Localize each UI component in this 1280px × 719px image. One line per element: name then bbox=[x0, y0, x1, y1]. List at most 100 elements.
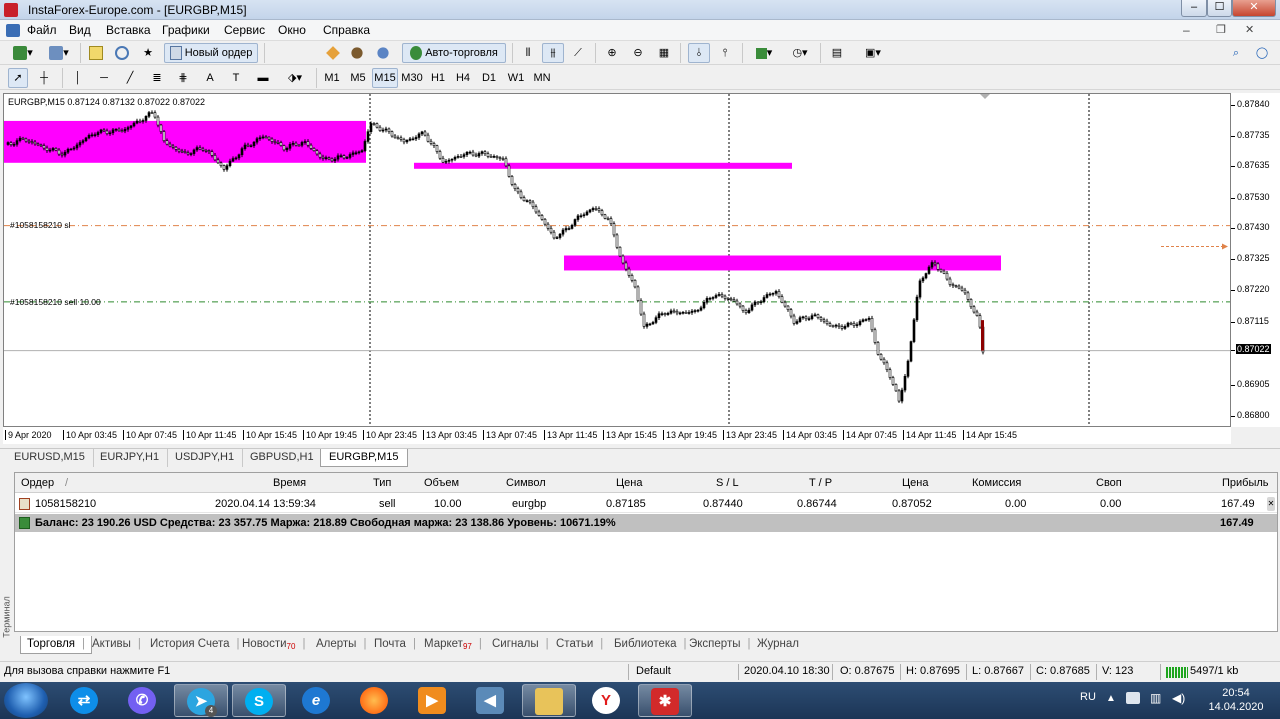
templates-icon[interactable]: ▤ bbox=[826, 43, 848, 63]
terminal-tab[interactable]: Почта | bbox=[374, 636, 416, 654]
new-order-button[interactable]: Новый ордер bbox=[164, 43, 258, 63]
chart-tab-eurusd[interactable]: EURUSD,M15 bbox=[6, 449, 94, 467]
timeframe-m30[interactable]: M30 bbox=[400, 68, 424, 88]
time-axis[interactable]: 9 Apr 2020 10 Apr 03:45 10 Apr 07:45 10 Apr… bbox=[3, 427, 1231, 444]
col-tp[interactable]: T / P bbox=[809, 477, 832, 489]
taskbar-media-player[interactable]: ▶ bbox=[406, 684, 460, 717]
tray-expand-icon[interactable]: ▲ bbox=[1106, 693, 1116, 704]
zoom-in-icon[interactable]: ⊕ bbox=[601, 43, 623, 63]
menu-insert[interactable]: Вставка bbox=[106, 23, 151, 37]
connection-indicator-icon[interactable] bbox=[1166, 667, 1188, 678]
trendline-icon[interactable]: ╱ bbox=[120, 68, 140, 88]
rectangle-icon[interactable]: ▬ bbox=[252, 68, 274, 88]
col-commission[interactable]: Комиссия bbox=[972, 477, 1021, 489]
order-sl[interactable]: 0.87440 bbox=[703, 498, 743, 510]
taskbar-yandex[interactable]: Y bbox=[580, 684, 634, 717]
status-profile[interactable]: Default bbox=[636, 665, 671, 677]
taskbar-audio[interactable]: ◀ bbox=[464, 684, 518, 717]
menu-file[interactable]: Файл bbox=[27, 23, 57, 37]
close-order-icon[interactable]: ✕ bbox=[1267, 497, 1275, 511]
taskbar-viber[interactable]: ✆ bbox=[116, 684, 170, 717]
col-swap[interactable]: Своп bbox=[1096, 477, 1122, 489]
fibonacci-icon[interactable]: ≣ bbox=[146, 68, 168, 88]
menu-window[interactable]: Окно bbox=[278, 23, 306, 37]
col-sl[interactable]: S / L bbox=[716, 477, 739, 489]
candlestick-icon[interactable]: ⫵ bbox=[542, 43, 564, 63]
app-icon[interactable] bbox=[4, 3, 18, 17]
line-chart-icon[interactable]: ⟋ bbox=[567, 43, 589, 63]
col-profit[interactable]: Прибыль bbox=[1222, 477, 1269, 489]
favorites-star-icon[interactable]: ★ bbox=[138, 43, 158, 63]
col-type[interactable]: Тип bbox=[373, 477, 391, 489]
mdi-minimize-button[interactable]: ‒ bbox=[1183, 23, 1190, 37]
terminal-tab[interactable]: Журнал bbox=[757, 636, 799, 654]
chart-shift-icon[interactable]: ⫯ bbox=[714, 43, 736, 63]
navigator-icon[interactable] bbox=[112, 43, 132, 63]
network-icon[interactable]: ▥ bbox=[1150, 691, 1161, 705]
order-row[interactable]: 1058158210 2020.04.14 13:59:34 sell 10.0… bbox=[15, 495, 1277, 513]
chat-icon[interactable]: ◯ bbox=[1252, 43, 1272, 63]
timeframe-h4[interactable]: H4 bbox=[452, 68, 474, 88]
taskbar-telegram[interactable]: ➤ 4 bbox=[174, 684, 228, 717]
channel-icon[interactable]: ⋕ bbox=[172, 68, 194, 88]
terminal-tab[interactable]: История Счета | bbox=[150, 636, 240, 654]
minimize-button[interactable]: ‒ bbox=[1181, 0, 1207, 17]
bar-chart-icon[interactable]: ⫴ bbox=[517, 43, 539, 63]
timeframe-w1[interactable]: W1 bbox=[505, 68, 527, 88]
col-time[interactable]: Время bbox=[273, 477, 306, 489]
profiles-button[interactable]: ▾ bbox=[44, 43, 74, 63]
timeframe-m15[interactable]: M15 bbox=[372, 68, 398, 88]
terminal-tab[interactable]: Алерты | bbox=[316, 636, 366, 654]
start-button[interactable] bbox=[4, 683, 48, 718]
col-symbol[interactable]: Символ bbox=[506, 477, 546, 489]
chart-tab-eurjpy[interactable]: EURJPY,H1 bbox=[92, 449, 169, 467]
close-button[interactable]: ✕ bbox=[1232, 0, 1276, 17]
tile-windows-icon[interactable]: ▦ bbox=[653, 43, 675, 63]
crosshair-icon[interactable]: ┼ bbox=[34, 68, 54, 88]
alerts-icon[interactable] bbox=[346, 43, 368, 63]
col-current-price[interactable]: Цена bbox=[902, 477, 928, 489]
language-indicator[interactable]: RU bbox=[1080, 691, 1096, 703]
price-axis[interactable]: 0.87840 0.87735 0.87635 0.87530 0.87430 0.873… bbox=[1231, 93, 1280, 427]
search-icon[interactable]: ⌕ bbox=[1226, 43, 1246, 63]
terminal-tab[interactable]: Статьи | bbox=[556, 636, 603, 654]
timeframe-h1[interactable]: H1 bbox=[427, 68, 449, 88]
timeframe-d1[interactable]: D1 bbox=[478, 68, 500, 88]
shapes-icon[interactable]: ⬗▾ bbox=[280, 68, 310, 88]
vertical-line-icon[interactable]: │ bbox=[68, 68, 88, 88]
text-label-icon[interactable]: T bbox=[226, 68, 246, 88]
tray-flag-icon[interactable] bbox=[1126, 692, 1140, 704]
taskbar-terminal[interactable]: ✱ bbox=[638, 684, 692, 717]
timeframe-m1[interactable]: M1 bbox=[321, 68, 343, 88]
taskbar-firefox[interactable] bbox=[348, 684, 402, 717]
periods-clock-icon[interactable]: ◷▾ bbox=[785, 43, 815, 63]
cursor-icon[interactable]: ➚ bbox=[8, 68, 28, 88]
terminal-tab[interactable]: Маркет97 | bbox=[424, 636, 482, 654]
chart-tab-gbpusd[interactable]: GBPUSD,H1 bbox=[242, 449, 323, 467]
text-icon[interactable]: A bbox=[200, 68, 220, 88]
signals-icon[interactable] bbox=[372, 43, 394, 63]
chart-properties-icon[interactable]: ▣▾ bbox=[858, 43, 888, 63]
taskbar-skype[interactable]: S bbox=[232, 684, 286, 717]
menu-view[interactable]: Вид bbox=[69, 23, 91, 37]
mdi-close-button[interactable]: ✕ bbox=[1245, 23, 1254, 36]
market-watch-icon[interactable] bbox=[86, 43, 106, 63]
col-order[interactable]: Ордер bbox=[21, 477, 54, 489]
metaeditor-icon[interactable] bbox=[322, 43, 344, 63]
chart-tab-eurgbp[interactable]: EURGBP,M15 bbox=[320, 449, 408, 467]
col-price[interactable]: Цена bbox=[616, 477, 642, 489]
timeframe-mn[interactable]: MN bbox=[530, 68, 554, 88]
menu-tools[interactable]: Сервис bbox=[224, 23, 265, 37]
taskbar-ie[interactable]: e bbox=[290, 684, 344, 717]
price-chart[interactable]: EURGBP,M15 0.87124 0.87132 0.87022 0.870… bbox=[3, 93, 1231, 427]
autoscroll-icon[interactable]: ⫰ bbox=[688, 43, 710, 63]
terminal-tab[interactable]: Активы | bbox=[92, 636, 141, 654]
horizontal-line-icon[interactable]: ─ bbox=[94, 68, 114, 88]
taskbar-explorer[interactable] bbox=[522, 684, 576, 717]
terminal-tab[interactable]: Эксперты | bbox=[689, 636, 750, 654]
menu-help[interactable]: Справка bbox=[323, 23, 370, 37]
maximize-button[interactable]: ☐ bbox=[1207, 0, 1232, 17]
auto-trading-button[interactable]: Авто-торговля bbox=[402, 43, 506, 63]
terminal-tab[interactable]: Торговля | bbox=[20, 636, 93, 654]
chart-window-icon[interactable] bbox=[6, 24, 20, 37]
